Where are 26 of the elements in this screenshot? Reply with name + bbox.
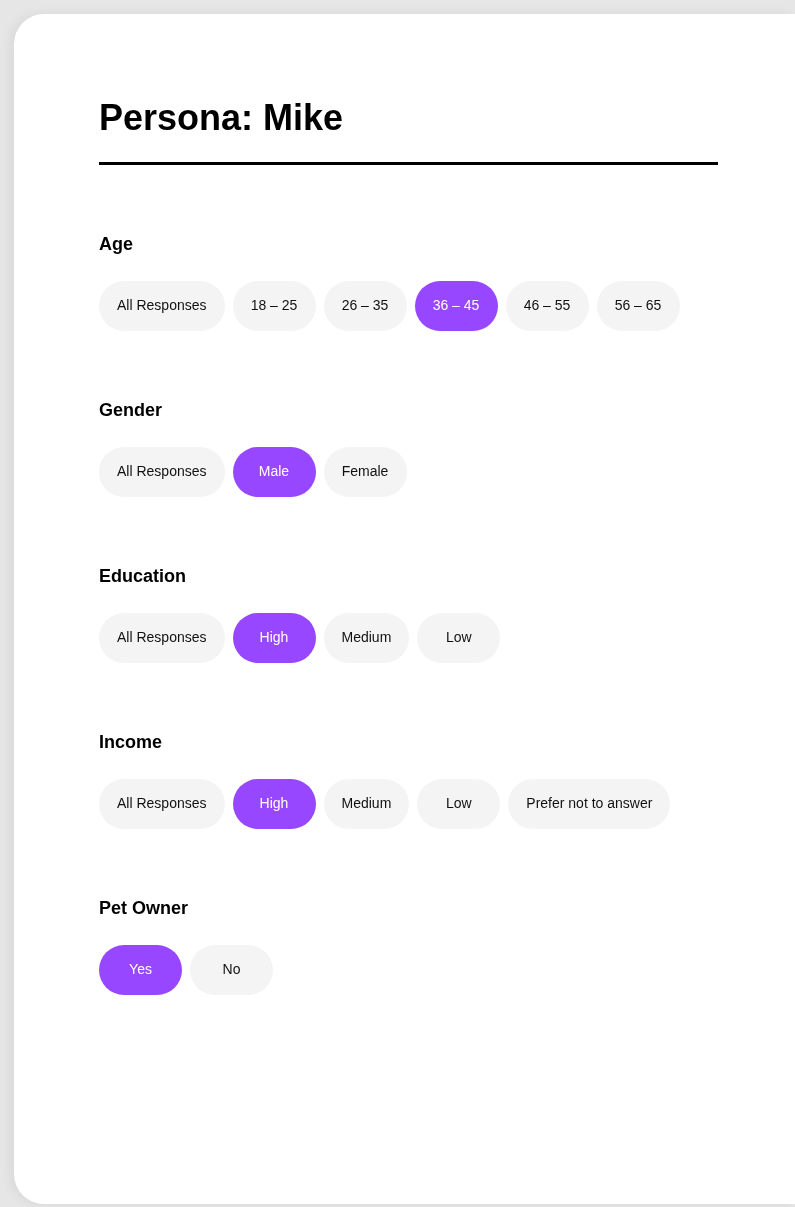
filter-option[interactable]: Prefer not to answer xyxy=(508,778,671,829)
filter-option[interactable]: 26 – 35 xyxy=(323,280,407,331)
filter-option[interactable]: All Responses xyxy=(99,446,225,497)
filter-option[interactable]: All Responses xyxy=(99,778,225,829)
filter-option[interactable]: 56 – 65 xyxy=(596,280,680,331)
section-label: Education xyxy=(99,566,187,585)
filter-option[interactable]: Low xyxy=(417,612,501,663)
section-label: Age xyxy=(99,234,134,253)
filter-option[interactable]: High xyxy=(232,778,316,829)
filter-option[interactable]: 18 – 25 xyxy=(232,280,316,331)
filter-option[interactable]: Low xyxy=(417,778,501,829)
filter-option[interactable]: Medium xyxy=(323,612,410,663)
section-label: Pet Owner xyxy=(99,898,190,917)
section-label: Gender xyxy=(99,400,164,419)
filter-option[interactable]: Female xyxy=(323,446,407,497)
filter-option[interactable]: Yes xyxy=(99,944,182,995)
filter-option[interactable]: 46 – 55 xyxy=(505,280,589,331)
section-label: Income xyxy=(99,732,164,751)
filter-option[interactable]: 36 – 45 xyxy=(414,280,498,331)
filter-option[interactable]: High xyxy=(232,612,316,663)
filter-option[interactable]: All Responses xyxy=(99,280,225,331)
filter-option[interactable]: All Responses xyxy=(99,612,225,663)
filter-option[interactable]: Male xyxy=(232,446,316,497)
filter-option[interactable]: No xyxy=(190,944,273,995)
filter-option[interactable]: Medium xyxy=(323,778,410,829)
page-title: Persona: Mike xyxy=(99,98,345,138)
